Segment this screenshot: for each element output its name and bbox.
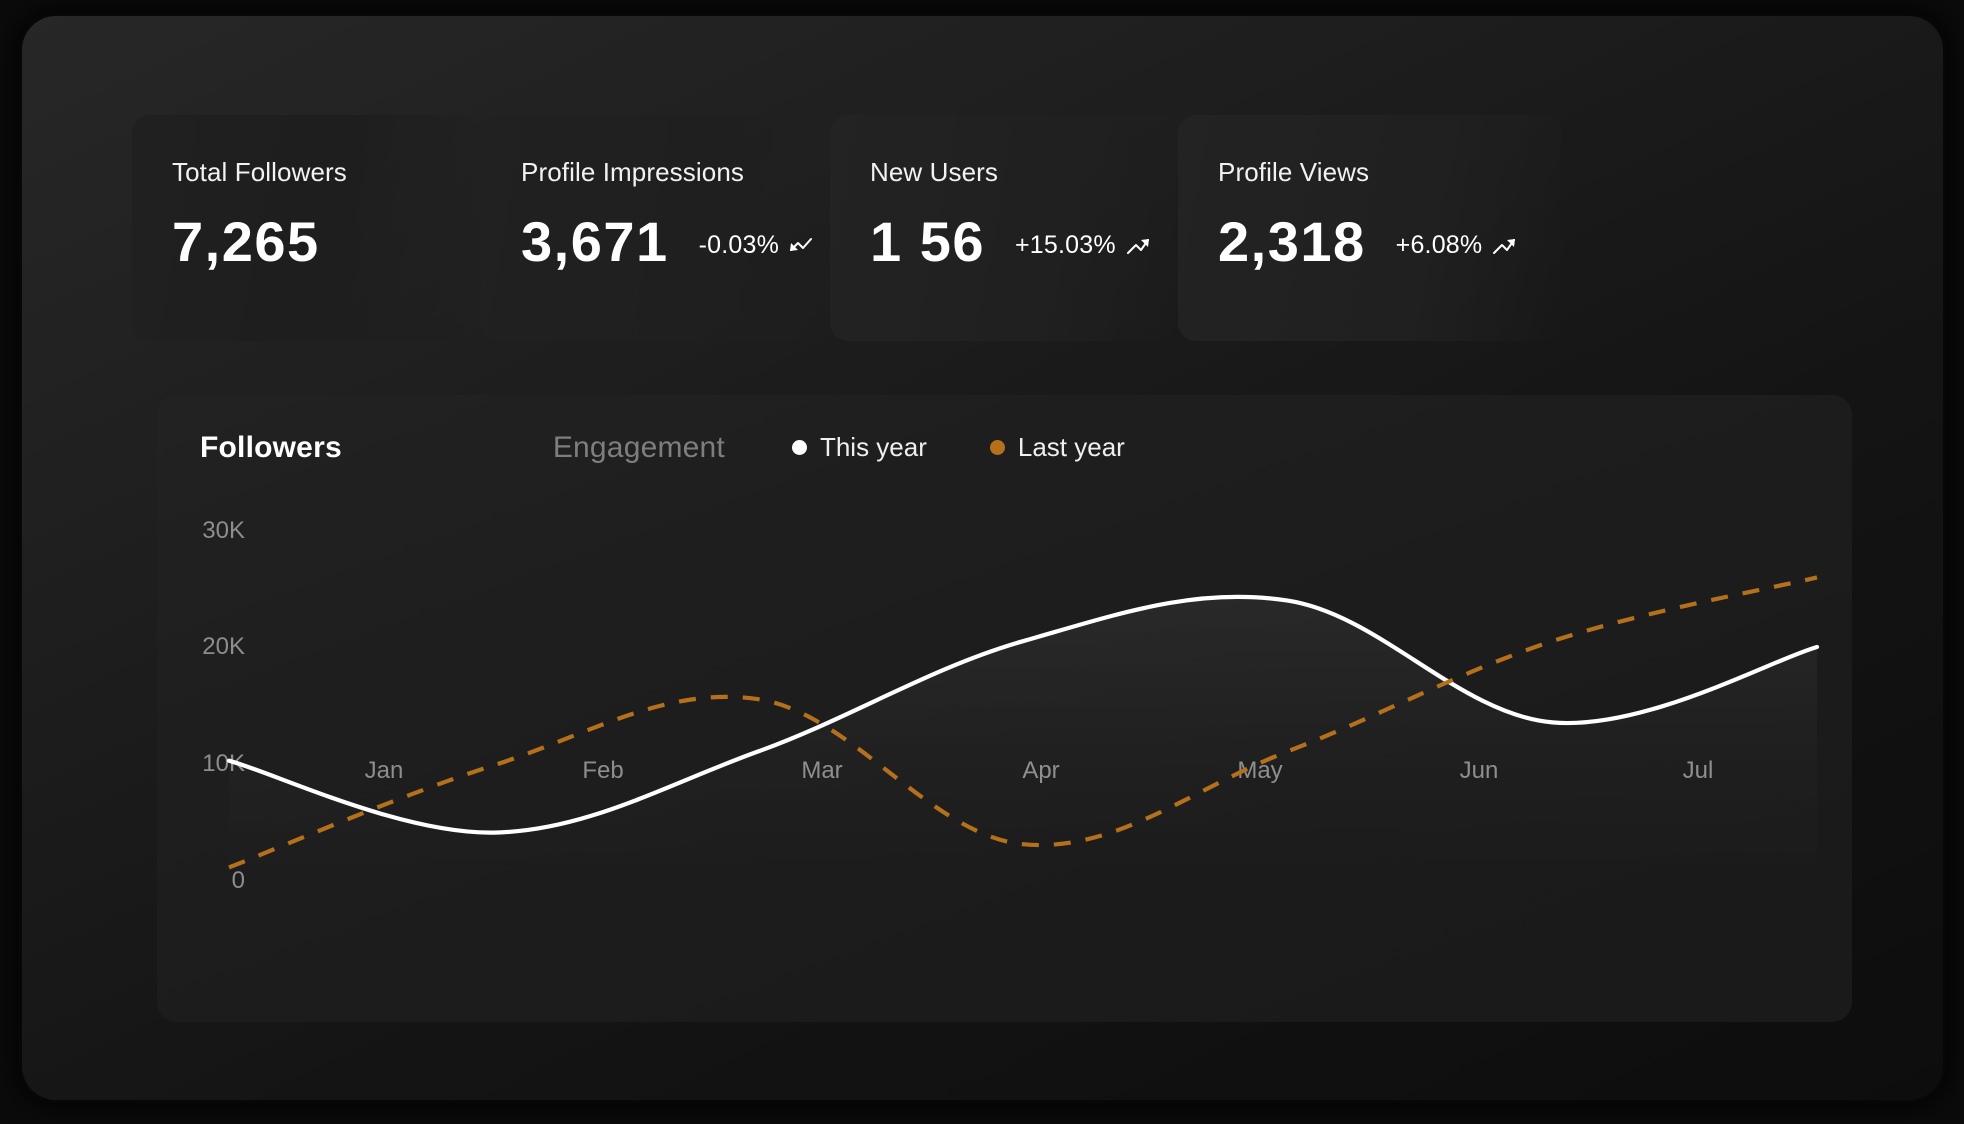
stat-card-profile-views[interactable]: Profile Views 2,318 +6.08% bbox=[1178, 115, 1562, 341]
stat-card-value: 3,671 bbox=[521, 210, 669, 273]
stat-card-delta-text: +6.08% bbox=[1395, 231, 1483, 259]
stat-card-label: Profile Impressions bbox=[521, 157, 744, 187]
stat-card-profile-impressions[interactable]: Profile Impressions 3,671 -0.03% bbox=[481, 115, 833, 341]
stat-card-row: 3,671 -0.03% bbox=[521, 214, 833, 270]
stat-card-delta: +15.03% bbox=[1015, 231, 1151, 260]
stat-card-row: 7,265 bbox=[172, 214, 484, 270]
stat-card-label: Profile Views bbox=[1218, 157, 1370, 187]
app-window: Total Followers 7,265 Profile Impression… bbox=[22, 16, 1943, 1100]
followers-chart-panel: Followers Engagement This year Last year… bbox=[157, 395, 1852, 1022]
followers-line-chart bbox=[226, 575, 1820, 879]
stat-card-delta: +6.08% bbox=[1396, 231, 1518, 260]
stat-card-row: 1 56 +15.03% bbox=[870, 214, 1180, 270]
stat-card-value: 1 56 bbox=[870, 210, 985, 273]
stat-card-row: 2,318 +6.08% bbox=[1218, 214, 1562, 270]
stats-row: Total Followers 7,265 Profile Impression… bbox=[132, 115, 1832, 341]
stat-card-value: 2,318 bbox=[1218, 210, 1366, 273]
stat-card-delta: -0.03% bbox=[699, 231, 814, 260]
stat-card-delta-text: -0.03% bbox=[698, 231, 780, 259]
trend-up-icon bbox=[1491, 235, 1517, 257]
trend-down-icon bbox=[788, 235, 814, 257]
stat-card-total-followers[interactable]: Total Followers 7,265 bbox=[132, 115, 484, 341]
stat-card-new-users[interactable]: New Users 1 56 +15.03% bbox=[830, 115, 1180, 341]
series-this-year bbox=[226, 594, 1820, 879]
stat-card-label: New Users bbox=[870, 157, 999, 187]
stat-card-delta-text: +15.03% bbox=[1015, 231, 1116, 259]
trend-up-icon bbox=[1125, 235, 1151, 257]
stat-card-label: Total Followers bbox=[172, 157, 347, 187]
stat-card-value: 7,265 bbox=[172, 210, 320, 273]
